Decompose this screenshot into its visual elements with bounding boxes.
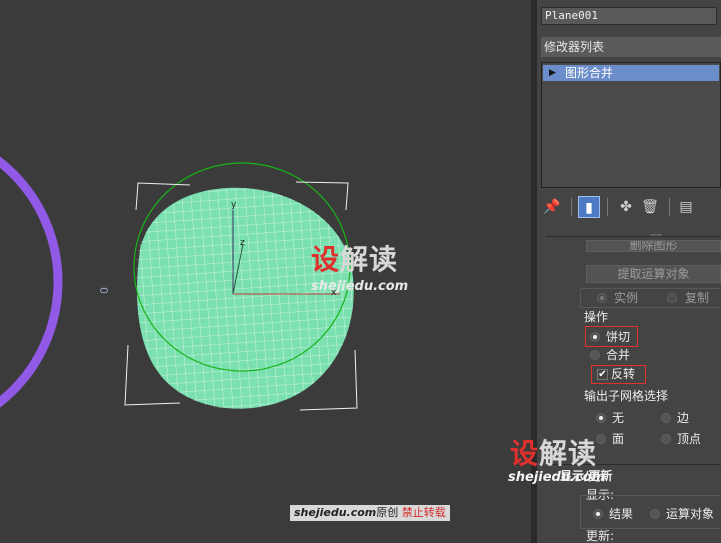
stack-item-shape-merge[interactable]: ▶ 图形合并	[543, 65, 719, 81]
reverse-checkbox-label: 反转	[611, 367, 636, 381]
reverse-checkbox[interactable]: ✔	[597, 369, 608, 380]
watermark-logo-2-rest: 解读	[539, 437, 598, 470]
rollout-divider	[546, 236, 721, 237]
make-unique-icon[interactable]: ✤	[615, 196, 637, 218]
radio-operand-label: 运算对象	[666, 507, 715, 521]
toolbar-separator	[669, 198, 670, 216]
watermark-logo-rest: 解读	[340, 243, 399, 276]
watermark-site: shejiedu.com	[311, 279, 409, 294]
radio-cookie-cutter[interactable]	[590, 332, 600, 342]
output-submesh-title: 输出子网格选择	[584, 389, 669, 403]
viewport-canvas[interactable]	[0, 0, 531, 543]
extract-operand-button[interactable]: 提取运算对象	[586, 265, 721, 283]
radio-vertex[interactable]	[661, 434, 671, 444]
radio-none[interactable]	[596, 413, 606, 423]
radio-copy[interactable]	[667, 293, 677, 303]
credit-original: 原创	[376, 506, 399, 519]
credit-warning: 禁止转载	[401, 506, 446, 519]
axis-z-label: z	[240, 238, 245, 248]
viewport[interactable]: y z x 0 设解读 shejiedu.com shejiedu.com原创 …	[0, 0, 531, 543]
show-end-result-icon[interactable]: ▮	[578, 196, 600, 218]
credit-strip: shejiedu.com原创 禁止转载	[290, 505, 450, 521]
update-label: 更新:	[586, 529, 615, 543]
radio-operand[interactable]	[650, 509, 660, 519]
modifier-list-dropdown[interactable]: 修改器列表	[541, 37, 721, 57]
watermark-logo: 设解读	[311, 246, 398, 274]
axis-y-label: y	[231, 200, 237, 210]
credit-site: shejiedu.com	[294, 506, 377, 519]
radio-edge-label: 边	[677, 411, 690, 425]
radio-merge[interactable]	[590, 350, 600, 360]
modifier-stack[interactable]: ▶ 图形合并	[541, 62, 721, 188]
radio-edge[interactable]	[661, 413, 671, 423]
radio-face-label: 面	[612, 432, 625, 446]
stack-item-label: 图形合并	[565, 66, 614, 80]
remove-modifier-icon[interactable]: 🗑	[639, 196, 661, 218]
toolbar-separator	[607, 198, 608, 216]
pin-stack-icon[interactable]: 📌	[541, 196, 563, 218]
purple-ring-shape	[0, 156, 63, 408]
radio-merge-label: 合并	[606, 348, 631, 362]
radio-instance-label: 实例	[614, 291, 639, 305]
radio-cookie-cutter-label: 饼切	[606, 330, 631, 344]
watermark-site-2: shejiedu.com	[508, 470, 606, 485]
radio-copy-label: 复制	[685, 291, 710, 305]
watermark-logo-red: 设	[311, 243, 341, 276]
watermark-logo-2-red: 设	[510, 437, 540, 470]
radio-face[interactable]	[596, 434, 606, 444]
toolbar-separator	[571, 198, 572, 216]
operation-title: 操作	[584, 310, 609, 324]
radio-instance[interactable]	[597, 293, 607, 303]
watermark-logo-2: 设解读	[510, 440, 597, 468]
side-glyph: 0	[97, 287, 110, 294]
radio-result-label: 结果	[609, 507, 634, 521]
expand-arrow-icon[interactable]: ▶	[549, 65, 556, 81]
stack-toolbar: 📌 ▮ ✤ 🗑 ▤	[541, 194, 721, 220]
object-name-field[interactable]: Plane001	[541, 7, 717, 25]
configure-sets-icon[interactable]: ▤	[675, 196, 697, 218]
radio-vertex-label: 顶点	[677, 432, 702, 446]
radio-result[interactable]	[593, 509, 603, 519]
remove-shape-button[interactable]: 删除图形	[586, 240, 721, 252]
radio-none-label: 无	[612, 411, 625, 425]
